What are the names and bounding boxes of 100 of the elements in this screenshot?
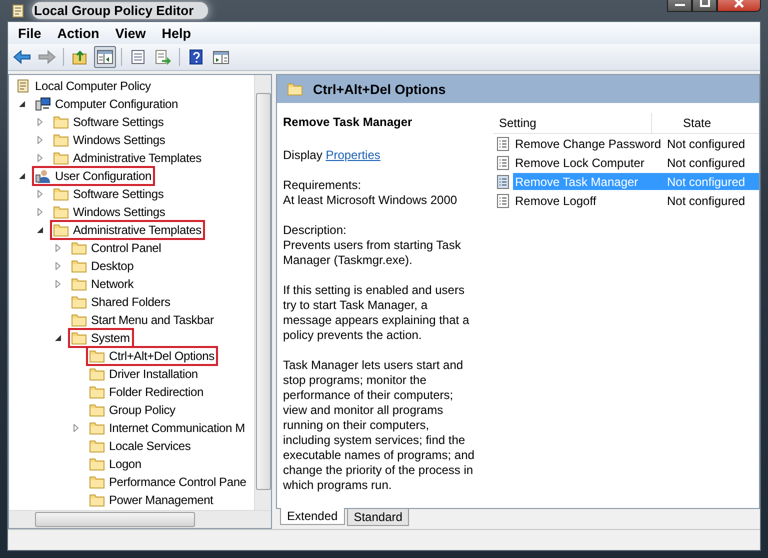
expanded-arrow-icon[interactable] <box>54 334 62 342</box>
setting-icon <box>497 174 509 188</box>
window-title: Local Group Policy Editor <box>32 2 208 19</box>
collapsed-arrow-icon[interactable] <box>36 208 44 216</box>
table-row[interactable]: Remove Lock Computer Not configured <box>513 154 759 171</box>
collapsed-arrow-icon[interactable] <box>54 244 62 252</box>
table-cell-text: Remove Lock Computer <box>514 156 646 170</box>
collapsed-arrow-icon[interactable] <box>72 424 80 432</box>
close-icon <box>733 0 745 8</box>
maximize-icon <box>698 0 710 8</box>
tree-item[interactable]: Driver Installation <box>86 364 202 384</box>
collapsed-arrow-icon[interactable] <box>36 190 44 198</box>
properties-link[interactable]: Properties <box>326 148 380 162</box>
folder-icon <box>71 313 87 327</box>
folder-icon <box>89 439 105 453</box>
folder-icon <box>71 259 87 273</box>
tree-item[interactable]: Software Settings <box>50 184 168 204</box>
folder-icon <box>53 187 69 201</box>
vertical-scrollbar[interactable] <box>254 75 271 510</box>
folder-icon <box>53 115 69 129</box>
table-cell-text: Remove Task Manager <box>514 174 640 188</box>
column-header[interactable]: Setting <box>493 113 652 133</box>
table-cell-text: Remove Logoff <box>514 194 598 208</box>
folder-icon <box>71 295 87 309</box>
menu-item[interactable]: Action <box>51 26 106 40</box>
horizontal-scrollbar[interactable] <box>9 510 271 528</box>
computer-icon <box>35 97 51 111</box>
requirements-text: At least Microsoft Windows 2000 <box>283 193 458 208</box>
tree-item[interactable]: Ctrl+Alt+Del Options <box>86 346 218 366</box>
column-header[interactable]: State <box>652 113 742 133</box>
folder-icon <box>89 475 105 489</box>
tree-item[interactable]: Windows Settings <box>50 202 170 222</box>
tab[interactable]: Standard <box>346 509 410 526</box>
folder-icon <box>71 331 87 345</box>
menu-item[interactable]: Help <box>156 26 198 40</box>
table-cell-text: Not configured <box>667 174 746 188</box>
folder-icon <box>89 457 105 471</box>
tree-item[interactable]: Power Management <box>86 490 218 510</box>
tree-item[interactable]: Desktop <box>68 256 138 276</box>
folder-icon <box>89 385 105 399</box>
tree-item[interactable]: Performance Control Pane <box>86 472 250 492</box>
tab[interactable]: Extended <box>280 508 345 525</box>
tree-item[interactable]: Shared Folders <box>68 292 174 312</box>
folder-icon <box>89 421 105 435</box>
table-cell-text: Not configured <box>667 136 746 150</box>
collapsed-arrow-icon[interactable] <box>36 136 44 144</box>
folder-icon <box>89 403 105 417</box>
folder-icon <box>89 349 105 363</box>
description-text: If this setting is enabled and users try to start Task Manager, a message appears explaining that a policy prevents the action. <box>283 283 470 343</box>
tree-item[interactable]: Locale Services <box>86 436 195 456</box>
tree-item[interactable]: Local Computer Policy <box>12 76 155 96</box>
folder-icon <box>71 277 87 291</box>
tree-item[interactable]: Group Policy <box>86 400 180 420</box>
header-title: Ctrl+Alt+Del Options <box>313 82 446 96</box>
setting-icon <box>497 136 509 150</box>
menu-item[interactable]: View <box>109 26 152 40</box>
tree-item[interactable]: Administrative Templates <box>50 148 206 168</box>
description-label: Description: <box>283 223 348 238</box>
table-cell-text: Not configured <box>667 156 746 170</box>
tree-item[interactable]: Start Menu and Taskbar <box>68 310 218 330</box>
collapsed-arrow-icon[interactable] <box>54 280 62 288</box>
tree-item[interactable]: System <box>68 328 134 348</box>
tree-pane-icon[interactable] <box>94 46 116 68</box>
collapsed-arrow-icon[interactable] <box>36 118 44 126</box>
menu-item[interactable]: File <box>12 26 48 40</box>
folder-icon <box>53 133 69 147</box>
tree-item[interactable]: User Configuration <box>32 166 156 186</box>
folder-icon <box>53 151 69 165</box>
folder-icon <box>287 82 303 96</box>
table-row[interactable]: Remove Change Password Not configured <box>513 135 759 152</box>
table-cell-text: Remove Change Password <box>514 136 662 150</box>
tree-item[interactable]: Network <box>68 274 138 294</box>
scroll-icon <box>15 79 31 93</box>
setting-icon <box>497 156 509 170</box>
folder-icon <box>89 367 105 381</box>
tree-item[interactable]: Administrative Templates <box>50 220 206 240</box>
folder-icon <box>53 223 69 237</box>
folder-icon <box>53 205 69 219</box>
tree-item[interactable]: Folder Redirection <box>86 382 208 402</box>
tree-item[interactable]: Windows Settings <box>50 130 170 150</box>
user-icon <box>35 169 51 183</box>
collapsed-arrow-icon[interactable] <box>36 154 44 162</box>
description-text: Task Manager lets users start and stop programs; monitor the performance of their computers; view and monitor all programs running on their computers, including system services; find the executable names of programs; and change the priority of the process in which programs run. <box>283 358 476 493</box>
tree-item[interactable]: Control Panel <box>68 238 166 258</box>
expanded-arrow-icon[interactable] <box>18 172 26 180</box>
tree-item[interactable]: Computer Configuration <box>32 94 182 114</box>
expanded-arrow-icon[interactable] <box>36 226 44 234</box>
expanded-arrow-icon[interactable] <box>18 100 26 108</box>
setting-icon <box>497 194 509 208</box>
folder-icon <box>71 241 87 255</box>
folder-icon <box>89 493 105 507</box>
table-cell-text: Not configured <box>667 194 746 208</box>
requirements-label: Requirements: <box>283 178 362 193</box>
scroll-icon <box>10 2 26 18</box>
collapsed-arrow-icon[interactable] <box>54 262 62 270</box>
tree-item[interactable]: Software Settings <box>50 112 168 132</box>
tree-item[interactable]: Internet Communication M <box>86 418 249 438</box>
tree-item[interactable]: Logon <box>86 454 146 474</box>
table-row[interactable]: Remove Logoff Not configured <box>513 192 759 209</box>
setting-title: Remove Task Manager <box>283 115 414 130</box>
